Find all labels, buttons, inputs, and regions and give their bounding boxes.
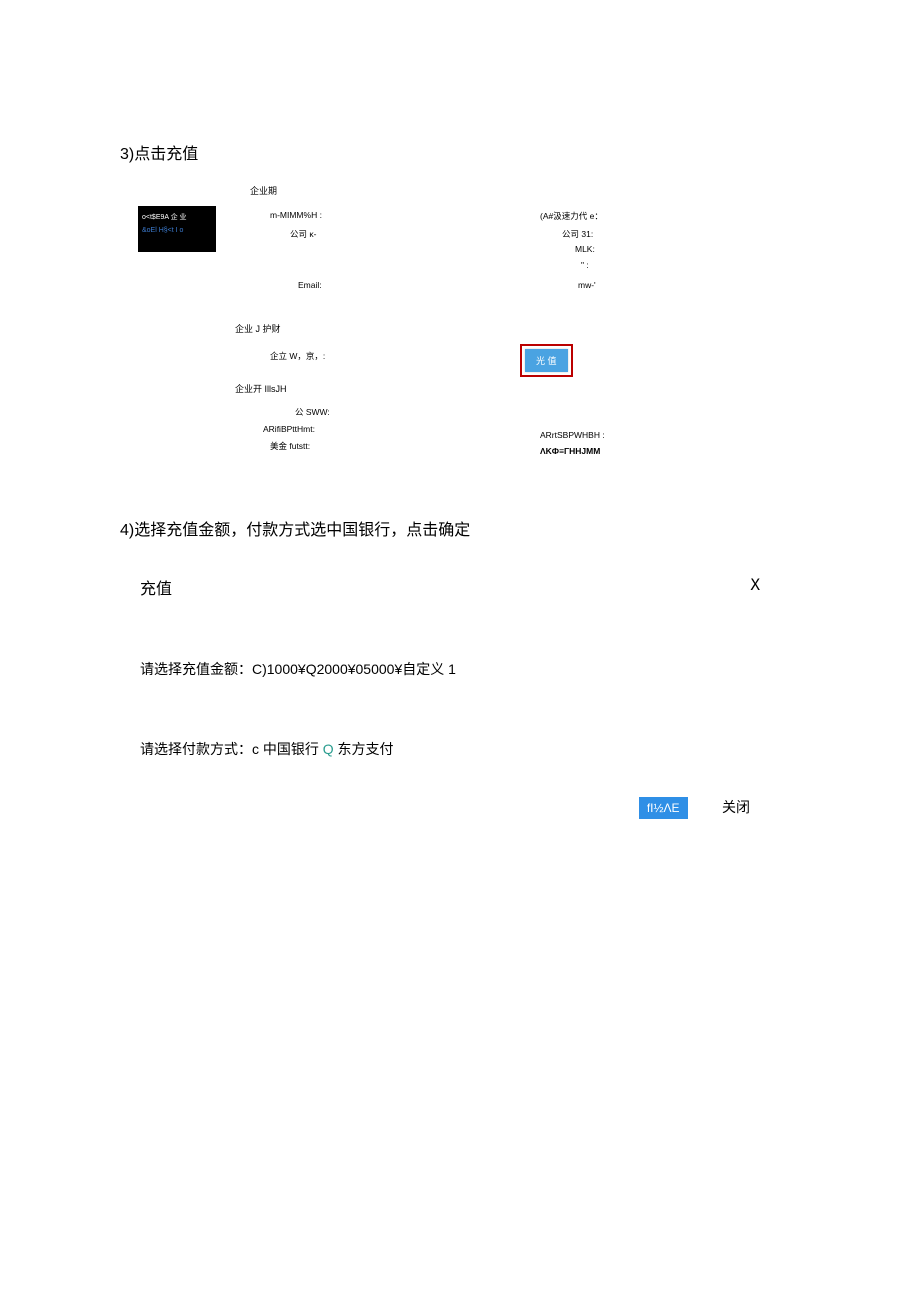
field-label: " : <box>581 260 589 270</box>
field-label: m-MIMM%H : <box>270 210 322 220</box>
field-label: MLK: <box>575 244 595 254</box>
field-value: ΛKФ≡ΓHHJMM <box>540 446 600 456</box>
field-label: 企立 W，京，: <box>270 350 325 362</box>
modal-title: 充值 <box>140 575 172 599</box>
field-label: mw-' <box>578 280 596 290</box>
field-label: 美金 futstt: <box>270 440 310 452</box>
modal-footer: fI½ΛE 关闭 <box>639 797 750 819</box>
payment-prefix: 请选择付款方式：c 中国银行 <box>140 741 319 757</box>
close-icon[interactable]: X <box>750 575 760 594</box>
field-label: 公司 31: <box>562 228 593 240</box>
section-enterprise-invoice: 企业开 IllsJH <box>235 382 287 395</box>
recharge-modal: 充值 X 请选择充值金额：C)1000¥Q2000¥05000¥自定义 1 请选… <box>140 575 760 759</box>
field-label: 公司 κ- <box>290 228 316 240</box>
section-enterprise-finance: 企业 J 护财 <box>235 322 281 335</box>
confirm-button[interactable]: fI½ΛE <box>639 797 688 819</box>
sidebar-line-2: &oEl H§<t I o <box>142 225 212 238</box>
close-button[interactable]: 关闭 <box>722 797 750 817</box>
recharge-button[interactable]: 光 值 <box>525 349 568 372</box>
field-label: 公 SWW: <box>295 406 330 418</box>
sidebar-nav[interactable]: o<t$E9A 企 业 &oEl H§<t I o <box>138 206 216 252</box>
amount-options-line[interactable]: 请选择充值金额：C)1000¥Q2000¥05000¥自定义 1 <box>140 659 760 679</box>
sidebar-line-1: o<t$E9A 企 业 <box>142 212 212 225</box>
field-label: ARrtSBPWHBH : <box>540 430 605 440</box>
payment-q-marker: Q <box>323 741 334 757</box>
field-label: (A#汲速力代 e： <box>540 210 603 222</box>
field-label-email: Email: <box>298 280 322 290</box>
step-4-heading: 4)选择充值金额，付款方式选中国银行，点击确定 <box>120 516 470 540</box>
payment-suffix: 东方支付 <box>334 741 394 757</box>
step-3-heading: 3)点击充值 <box>120 140 198 164</box>
payment-options-line[interactable]: 请选择付款方式：c 中国银行 Q 东方支付 <box>140 739 760 759</box>
section-enterprise-info: 企业期 <box>250 184 277 197</box>
field-label: ARifiBPttHmt: <box>263 424 315 434</box>
recharge-button-highlight: 光 值 <box>520 344 573 377</box>
